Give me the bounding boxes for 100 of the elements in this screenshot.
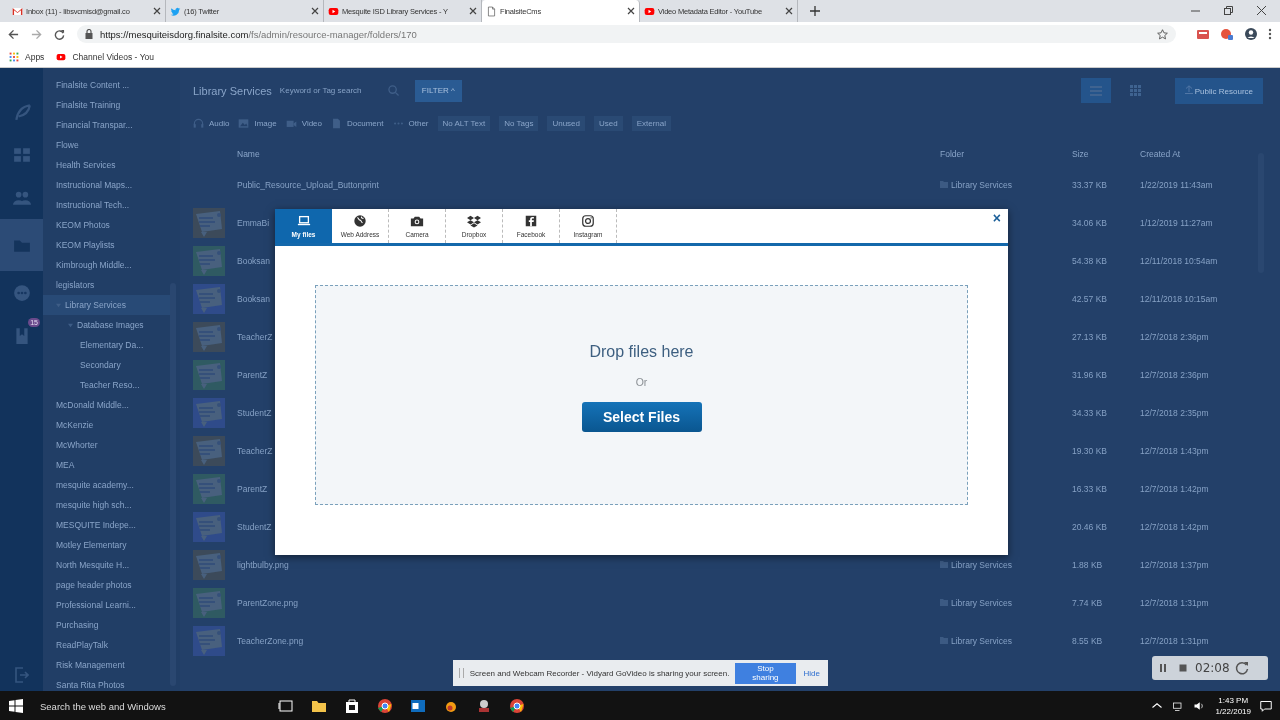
page-icon <box>486 5 497 17</box>
folder-title: Library Services <box>193 84 272 97</box>
table-cell-text: 34.06 KB <box>1072 218 1108 228</box>
table-cell-text: 31.96 KB <box>1072 370 1108 380</box>
file-name[interactable]: lightbulby.png <box>237 560 940 570</box>
folder-item[interactable]: Instructional Maps... <box>43 175 170 195</box>
bookmark[interactable]: Apps <box>9 51 45 62</box>
folder-item[interactable]: Library Services <box>43 295 170 315</box>
filter-option[interactable]: Image <box>238 117 277 129</box>
close-icon[interactable] <box>627 7 635 15</box>
folder-item[interactable]: Professional Learni... <box>43 595 170 615</box>
folder-item[interactable]: Financial Transpar... <box>43 115 170 135</box>
folder-item[interactable]: Purchasing <box>43 615 170 635</box>
record-extension-icon[interactable] <box>1196 27 1210 41</box>
star-icon[interactable] <box>1157 28 1168 40</box>
file-name[interactable]: Public_Resource_Upload_Buttonprint <box>237 180 940 190</box>
filter-tag[interactable]: No Tags <box>499 115 539 131</box>
drop-zone[interactable]: Drop files here Or Select Files <box>315 285 968 505</box>
folder-item[interactable]: KEOM Photos <box>43 215 170 235</box>
menu-icon[interactable] <box>1268 28 1272 40</box>
folder-item[interactable]: mesquite academy... <box>43 475 170 495</box>
folder-item[interactable]: KEOM Playlists <box>43 235 170 255</box>
close-button[interactable]: × <box>985 209 1008 227</box>
folder-item[interactable]: page header photos <box>43 575 170 595</box>
bookmark[interactable]: Channel Videos - You <box>56 51 154 62</box>
file-name[interactable]: TeacherZone.png <box>237 636 940 646</box>
close-icon[interactable] <box>785 7 793 15</box>
extension-icon[interactable] <box>1220 27 1234 41</box>
column-header[interactable]: Size <box>1072 149 1140 159</box>
reload-icon[interactable] <box>54 28 65 40</box>
clock[interactable]: 1:43 PM 1/22/2019 <box>1215 695 1251 717</box>
folder-item[interactable]: MEA <box>43 455 170 475</box>
folder-item[interactable]: legislators <box>43 275 170 295</box>
notification-icon[interactable] <box>1260 700 1272 712</box>
folder-item[interactable]: McWhorter <box>43 435 170 455</box>
windows-icon[interactable] <box>9 699 23 713</box>
folder-item[interactable]: mesquite high sch... <box>43 495 170 515</box>
table-cell: Library Services <box>940 635 1012 646</box>
restore-icon[interactable] <box>1224 6 1233 15</box>
folder-item[interactable]: Finalsite Training <box>43 95 170 115</box>
lock-icon <box>85 29 93 39</box>
address-bar[interactable]: https://mesquiteisdorg.finalsite.com/fs/admin/resource-manager/folders/170 <box>77 25 1176 43</box>
folder-item[interactable]: McKenzie <box>43 415 170 435</box>
shopping-bag-icon[interactable] <box>344 698 360 714</box>
folder-icon[interactable] <box>311 698 327 714</box>
hide-link[interactable]: Hide <box>801 668 822 678</box>
folder-item[interactable]: Teacher Reso... <box>43 375 170 395</box>
close-icon[interactable] <box>1257 6 1266 15</box>
close-icon[interactable] <box>311 7 319 15</box>
back-icon[interactable] <box>8 28 19 40</box>
mail-app-icon[interactable] <box>410 698 426 714</box>
folder-item[interactable]: ReadPlayTalk <box>43 635 170 655</box>
filter-option[interactable]: Other <box>392 117 429 129</box>
folder-item[interactable]: Database Images <box>43 315 170 335</box>
filter-tag[interactable]: Used <box>594 115 623 131</box>
filter-button[interactable]: FILTER ^ <box>414 79 462 102</box>
close-icon[interactable] <box>153 7 161 15</box>
column-header[interactable]: Name <box>237 149 940 159</box>
folder-item[interactable]: Finalsite Content ... <box>43 75 170 95</box>
filter-option[interactable]: Video <box>285 117 323 129</box>
restart-icon[interactable] <box>1233 660 1250 676</box>
chrome-icon[interactable] <box>509 698 525 714</box>
close-icon[interactable] <box>469 7 477 15</box>
select-files-button[interactable]: Select Files <box>581 402 702 432</box>
table-cell-text: 33.37 KB <box>1072 180 1108 190</box>
folder-item[interactable]: Santa Rita Photos <box>43 675 170 691</box>
folder-item[interactable]: Kimbrough Middle... <box>43 255 170 275</box>
table-cell-text: 27.13 KB <box>1072 332 1108 342</box>
filter-tag[interactable]: No ALT Text <box>437 115 491 131</box>
table-cell-text: 34.33 KB <box>1072 408 1108 418</box>
filter-option[interactable]: Document <box>331 117 384 129</box>
chrome-icon[interactable] <box>377 698 393 714</box>
folder-item[interactable]: Risk Management <box>43 655 170 675</box>
filter-tag[interactable]: Unused <box>547 115 585 131</box>
column-header[interactable]: Created At <box>1140 149 1260 159</box>
account-icon[interactable] <box>1244 27 1258 41</box>
new-tab-icon[interactable] <box>810 6 820 16</box>
folder-item[interactable]: MESQUITE Indepe... <box>43 515 170 535</box>
folder-item[interactable]: Elementary Da... <box>43 335 170 355</box>
task-view-icon[interactable] <box>278 698 294 714</box>
volume-icon[interactable] <box>1193 700 1206 712</box>
file-name[interactable]: ParentZone.png <box>237 598 940 608</box>
folder-item[interactable]: Health Services <box>43 155 170 175</box>
folder-item[interactable]: North Mesquite H... <box>43 555 170 575</box>
drag-handle[interactable] <box>459 668 464 678</box>
folder-item[interactable]: Flowe <box>43 135 170 155</box>
upload-button[interactable]: Public Resource <box>1174 77 1263 104</box>
folder-item[interactable]: Secondary <box>43 355 170 375</box>
search-field[interactable]: Keyword or Tag search <box>279 86 380 95</box>
table-cell-text: 12/7/2018 2:36pm <box>1140 370 1210 380</box>
column-header[interactable]: Folder <box>940 149 1072 159</box>
filter-tag[interactable]: External <box>631 115 672 131</box>
folder-item[interactable]: Instructional Tech... <box>43 195 170 215</box>
stop-sharing-button[interactable]: Stop sharing <box>735 662 796 684</box>
folder-item[interactable]: McDonald Middle... <box>43 395 170 415</box>
document-icon <box>331 117 343 129</box>
folder-item[interactable]: Motley Elementary <box>43 535 170 555</box>
person-app-icon[interactable] <box>476 698 492 714</box>
network-icon[interactable] <box>1172 700 1185 712</box>
filter-option[interactable]: Audio <box>193 117 230 129</box>
